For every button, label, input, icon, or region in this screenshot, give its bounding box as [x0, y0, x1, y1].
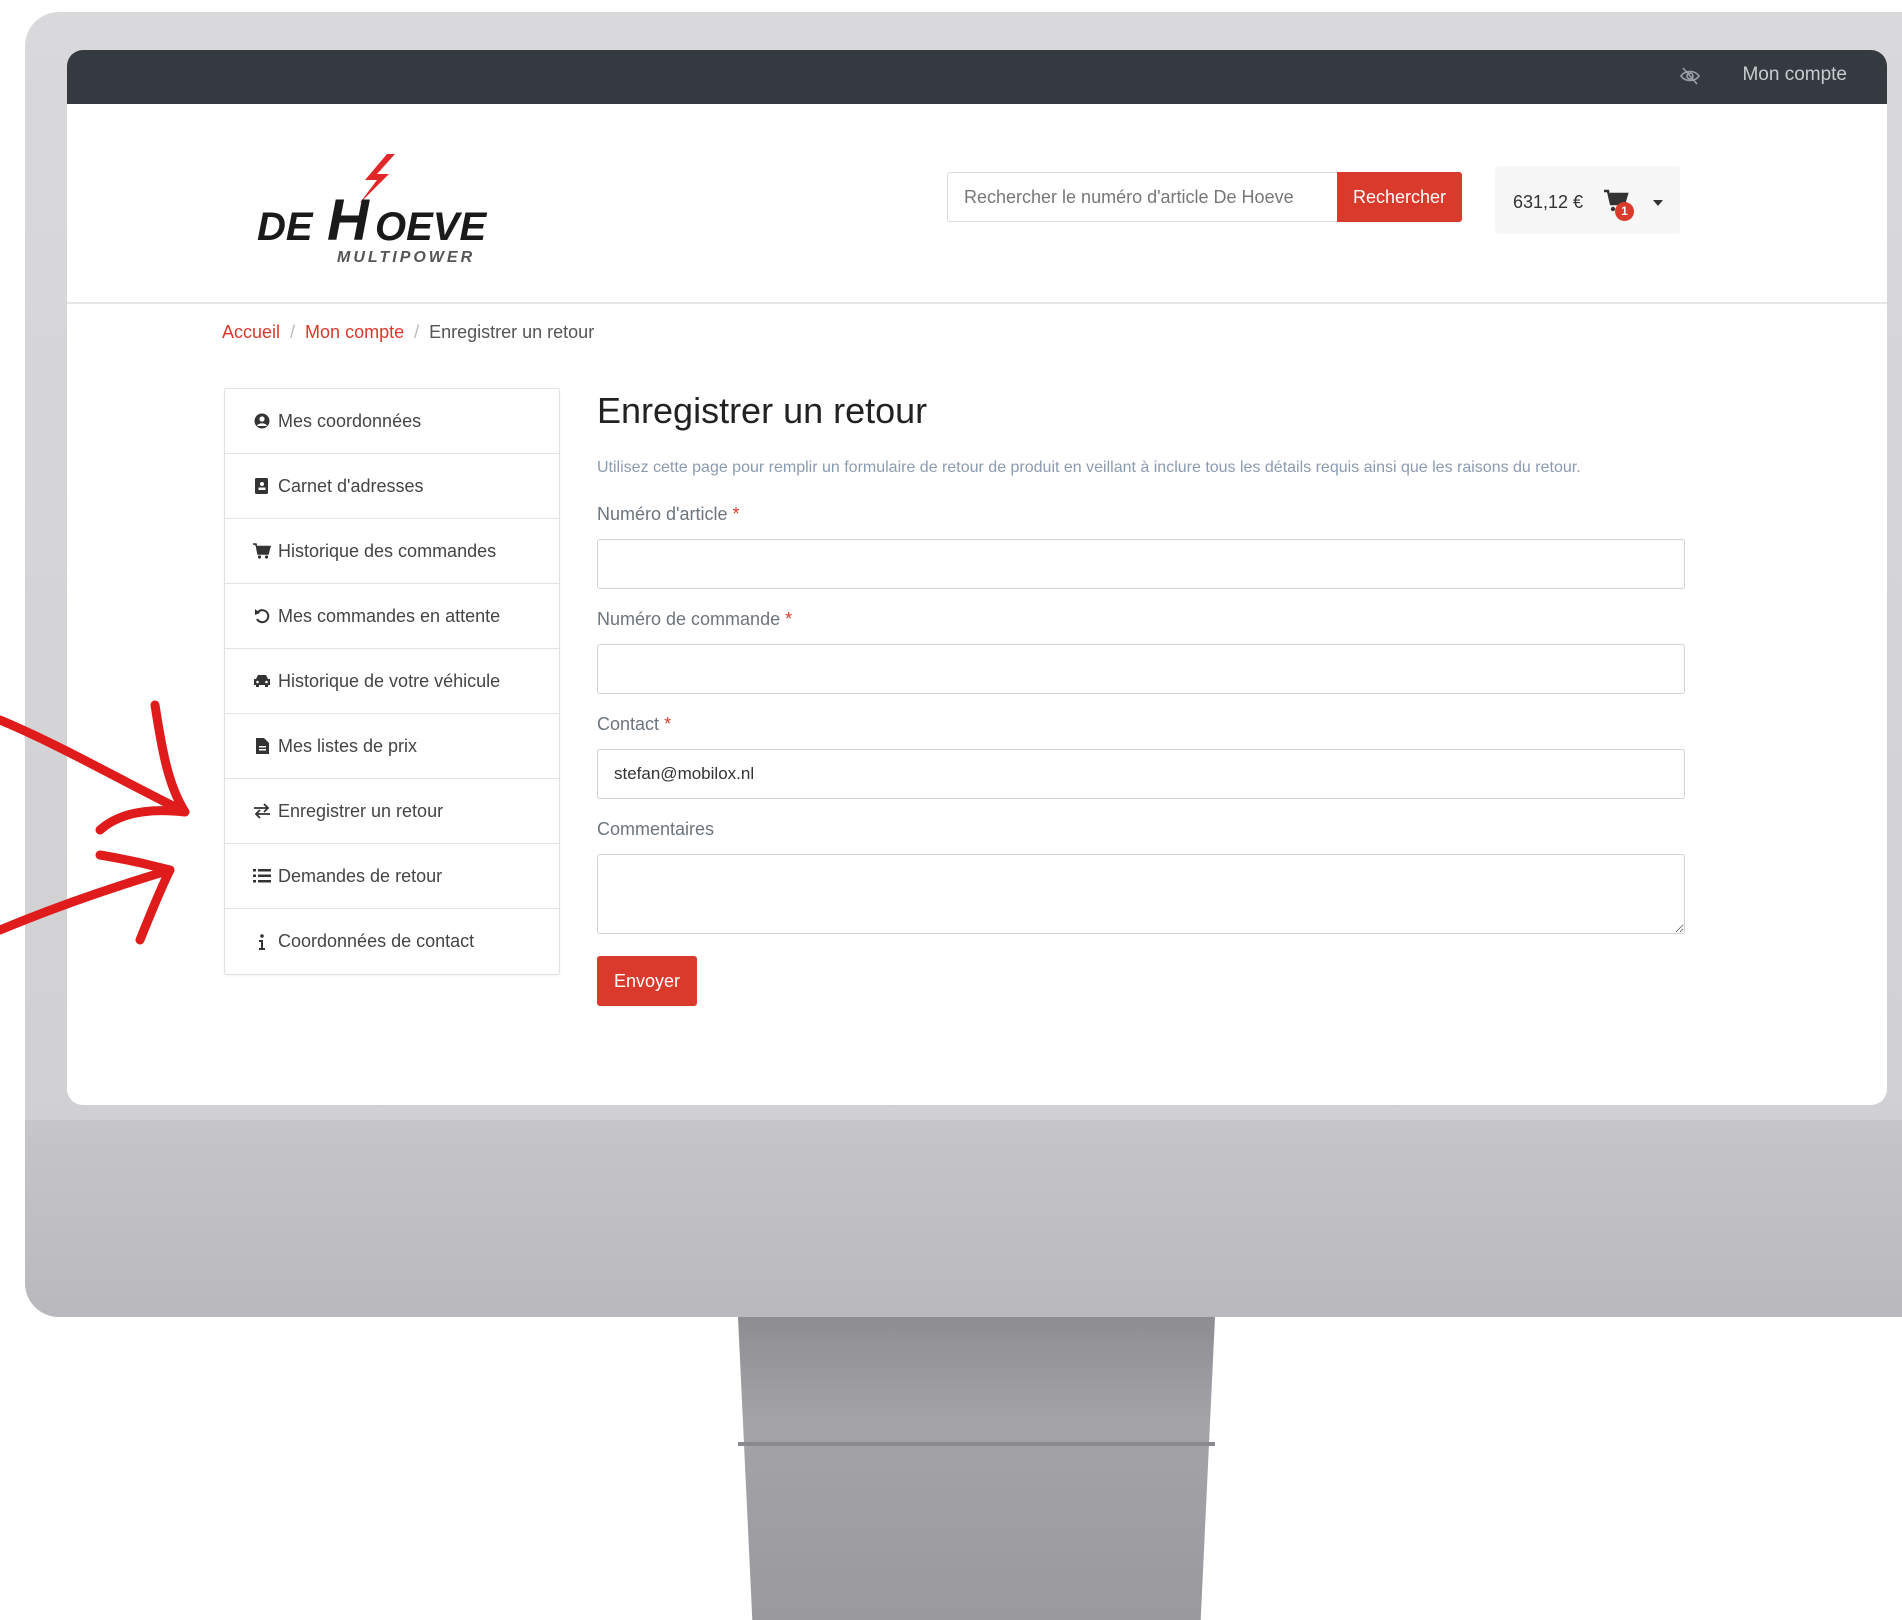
sidebar-item-order-history[interactable]: Historique des commandes [225, 519, 559, 584]
contact-field[interactable] [597, 749, 1685, 799]
address-book-icon [252, 478, 272, 494]
sidebar-item-pending-orders[interactable]: Mes commandes en attente [225, 584, 559, 649]
annotation-arrows [0, 700, 190, 945]
article-number-field[interactable] [597, 539, 1685, 589]
monitor-chin [25, 1120, 1902, 1317]
search-input[interactable] [947, 172, 1339, 222]
sidebar-item-label: Historique de votre véhicule [278, 670, 501, 691]
car-icon [252, 674, 272, 688]
required-marker: * [785, 609, 793, 629]
sidebar-item-contact-details[interactable]: Coordonnées de contact [225, 909, 559, 974]
account-link[interactable]: Mon compte [1742, 64, 1847, 86]
user-circle-icon [252, 413, 272, 429]
cart-total: 631,12 € [1513, 192, 1584, 212]
sidebar-item-label: Demandes de retour [278, 865, 443, 886]
file-icon [252, 738, 272, 754]
top-bar: Mon compte [67, 50, 1887, 104]
list-icon [252, 869, 272, 883]
chevron-down-icon [1653, 200, 1663, 206]
order-number-field[interactable] [597, 644, 1685, 694]
sidebar-item-label: Mes commandes en attente [278, 605, 501, 626]
header: DE H OEVE MULTIPOWER Rechercher 631,12 €… [67, 104, 1887, 304]
submit-button[interactable]: Envoyer [597, 956, 697, 1006]
contact-label: Contact * [597, 714, 672, 734]
sidebar-item-label: Enregistrer un retour [278, 800, 444, 821]
search-bar: Rechercher [947, 172, 1487, 222]
search-button[interactable]: Rechercher [1337, 172, 1462, 222]
breadcrumb-current: Enregistrer un retour [429, 322, 595, 342]
svg-text:H: H [327, 188, 370, 253]
eye-slash-icon[interactable] [1679, 65, 1701, 87]
screen: Mon compte DE H OEVE MULTIPOWER Recherch… [67, 50, 1887, 1105]
svg-text:DE: DE [257, 205, 314, 249]
sidebar-item-label: Carnet d'adresses [278, 475, 424, 496]
svg-text:OEVE: OEVE [375, 205, 487, 249]
page-intro: Utilisez cette page pour remplir un form… [597, 459, 1581, 476]
undo-icon [252, 608, 272, 624]
breadcrumb-separator: / [414, 322, 420, 342]
upper-arrow [0, 700, 190, 835]
article-number-label: Numéro d'article * [597, 504, 740, 524]
sidebar-item-label: Coordonnées de contact [278, 931, 475, 951]
sidebar-item-address-book[interactable]: Carnet d'adresses [225, 454, 559, 519]
page-title: Enregistrer un retour [597, 390, 928, 431]
cart-count-badge: 1 [1615, 202, 1634, 221]
sidebar-item-price-lists[interactable]: Mes listes de prix [225, 714, 559, 779]
svg-text:MULTIPOWER: MULTIPOWER [337, 249, 475, 266]
monitor-stand-edge [738, 1442, 1215, 1446]
comments-field[interactable] [597, 854, 1685, 934]
cart-dropdown[interactable]: 631,12 € 1 [1495, 166, 1680, 234]
account-sidebar: Mes coordonnées Carnet d'adresses Histor… [224, 388, 560, 975]
info-icon [252, 933, 272, 950]
exchange-icon [252, 803, 272, 819]
sidebar-item-label: Mes coordonnées [278, 410, 422, 431]
monitor-stand [738, 1317, 1215, 1620]
order-number-label: Numéro de commande * [597, 609, 793, 629]
lower-arrow [0, 850, 175, 945]
required-marker: * [664, 714, 672, 734]
breadcrumb-separator: / [290, 322, 296, 342]
sidebar-item-vehicle-history[interactable]: Historique de votre véhicule [225, 649, 559, 714]
comments-label: Commentaires [597, 819, 715, 839]
breadcrumb: Accueil / Mon compte / Enregistrer un retour [222, 322, 594, 343]
breadcrumb-account[interactable]: Mon compte [305, 322, 404, 342]
sidebar-item-register-return[interactable]: Enregistrer un retour [225, 779, 559, 844]
sidebar-item-my-details[interactable]: Mes coordonnées [225, 389, 559, 454]
de-hoeve-logo[interactable]: DE H OEVE MULTIPOWER [237, 152, 557, 272]
sidebar-item-return-requests[interactable]: Demandes de retour [225, 844, 559, 909]
sidebar-item-label: Historique des commandes [278, 540, 497, 561]
cart-icon [252, 543, 272, 559]
breadcrumb-home[interactable]: Accueil [222, 322, 280, 342]
required-marker: * [732, 504, 740, 524]
return-form-section: Enregistrer un retour Utilisez cette pag… [597, 390, 1687, 1006]
sidebar-item-label: Mes listes de prix [278, 735, 418, 756]
